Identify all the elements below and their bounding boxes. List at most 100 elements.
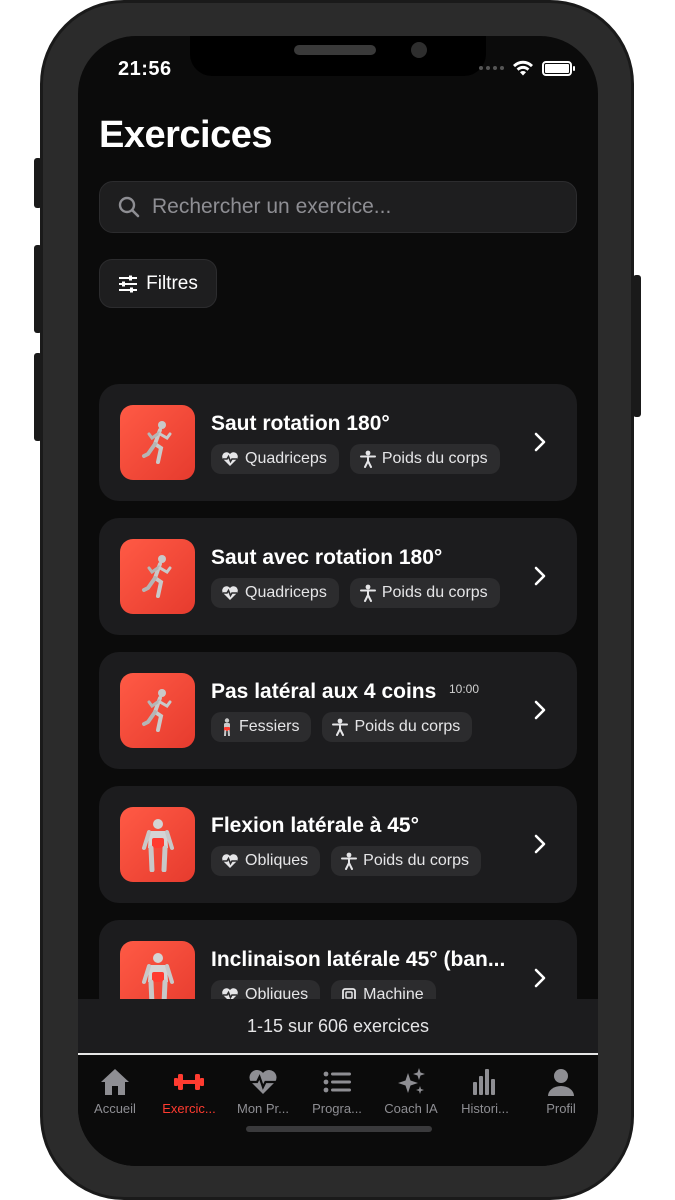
signal-dots-icon xyxy=(479,66,504,70)
torso-figure-icon xyxy=(141,952,174,999)
power-button xyxy=(633,275,641,417)
exercise-card[interactable]: Inclinaison latérale 45° (ban... Oblique… xyxy=(99,920,577,999)
muscle-tag-label: Quadriceps xyxy=(245,450,327,467)
equipment-tag-label: Machine xyxy=(363,986,424,999)
person-icon xyxy=(341,852,358,870)
exercise-thumbnail xyxy=(120,405,195,480)
bar-chart-icon xyxy=(473,1069,495,1095)
tab-historique[interactable]: Histori... xyxy=(448,1067,522,1116)
chevron-right-icon xyxy=(534,834,546,854)
equipment-tag: Poids du corps xyxy=(322,712,473,742)
heart-pulse-icon xyxy=(222,586,238,600)
runner-figure-icon xyxy=(141,688,171,732)
tab-programmes[interactable]: Progra... xyxy=(300,1067,374,1116)
heart-pulse-icon xyxy=(222,854,238,868)
notch xyxy=(190,36,486,76)
status-time: 21:56 xyxy=(118,58,172,80)
volume-down-button xyxy=(34,353,42,441)
runner-figure-icon xyxy=(141,554,171,598)
heart-pulse-icon xyxy=(249,1070,277,1094)
muscle-tag: Obliques xyxy=(211,980,321,999)
front-camera xyxy=(411,42,427,58)
sparkles-icon xyxy=(398,1068,425,1094)
muscle-tag-label: Quadriceps xyxy=(245,584,327,601)
tab-profil[interactable]: Profil xyxy=(524,1067,598,1116)
speaker xyxy=(294,45,376,55)
person-icon xyxy=(548,1069,574,1096)
muscle-tag-label: Obliques xyxy=(245,852,309,869)
search-icon xyxy=(118,196,140,218)
tab-label: Exercic... xyxy=(162,1101,216,1116)
chevron-right-icon xyxy=(534,432,546,452)
volume-up-button xyxy=(34,245,42,333)
exercise-thumbnail xyxy=(120,673,195,748)
exercise-title: Saut avec rotation 180° xyxy=(211,546,443,569)
equipment-tag: Poids du corps xyxy=(349,578,500,608)
torso-figure-icon xyxy=(141,818,174,872)
tab-label: Mon Pr... xyxy=(236,1101,290,1116)
page-title: Exercices xyxy=(99,114,273,156)
battery-icon xyxy=(542,60,575,76)
exercise-card[interactable]: Saut avec rotation 180° Quadriceps Poids… xyxy=(99,518,577,635)
screen: 21:56 Exercices Filtres xyxy=(78,36,598,1166)
search-bar[interactable] xyxy=(99,181,577,233)
muscle-tag-label: Obliques xyxy=(245,986,309,999)
equipment-tag: Machine xyxy=(331,980,436,999)
home-icon xyxy=(101,1069,129,1095)
exercise-title: Pas latéral aux 4 coins xyxy=(211,680,437,703)
exercise-thumbnail xyxy=(120,807,195,882)
tab-mon-programme[interactable]: Mon Pr... xyxy=(226,1067,300,1116)
exercise-title: Inclinaison latérale 45° (ban... xyxy=(211,948,506,971)
tab-label: Histori... xyxy=(461,1101,509,1116)
exercise-tags: Quadriceps Poids du corps xyxy=(211,444,500,474)
wifi-icon xyxy=(513,60,533,76)
equipment-tag-label: Poids du corps xyxy=(381,450,488,467)
exercise-list[interactable]: Saut rotation 180° Quadriceps Poids du c… xyxy=(99,384,577,999)
person-icon xyxy=(359,450,376,468)
status-icons xyxy=(479,60,575,76)
tab-label: Coach IA xyxy=(384,1101,438,1116)
tab-label: Accueil xyxy=(94,1101,136,1116)
person-icon xyxy=(332,718,349,736)
muscle-tag: Obliques xyxy=(211,846,321,876)
equipment-tag: Poids du corps xyxy=(349,444,500,474)
tab-label: Profil xyxy=(546,1101,576,1116)
pagination-bar: 1-15 sur 606 exercices xyxy=(78,999,598,1055)
heart-pulse-icon xyxy=(222,452,238,466)
mute-switch xyxy=(34,158,42,208)
heart-pulse-icon xyxy=(222,988,238,999)
exercise-tags: Obliques Machine xyxy=(211,980,436,999)
runner-figure-icon xyxy=(141,420,171,464)
pagination-text: 1-15 sur 606 exercices xyxy=(246,1015,430,1036)
muscle-tag: Quadriceps xyxy=(211,578,339,608)
tab-coach-ia[interactable]: Coach IA xyxy=(374,1067,448,1116)
exercise-time: 10:00 xyxy=(449,682,480,696)
dumbbell-icon xyxy=(174,1074,204,1090)
chevron-right-icon xyxy=(534,700,546,720)
exercise-thumbnail xyxy=(120,539,195,614)
exercise-card[interactable]: Flexion latérale à 45° Obliques Poids du… xyxy=(99,786,577,903)
exercise-title: Saut rotation 180° xyxy=(211,412,390,435)
tab-label: Progra... xyxy=(312,1101,362,1116)
tab-bar: Accueil Exercic... Mon Pr... Progra... C… xyxy=(78,1057,598,1166)
exercise-thumbnail xyxy=(120,941,195,999)
exercise-card[interactable]: Pas latéral aux 4 coins 10:00 Fessiers P… xyxy=(99,652,577,769)
muscle-tag-label: Fessiers xyxy=(239,718,300,735)
home-indicator[interactable] xyxy=(246,1126,432,1132)
exercise-title: Flexion latérale à 45° xyxy=(211,814,420,837)
muscle-tag: Fessiers xyxy=(211,712,312,742)
search-input[interactable] xyxy=(152,195,552,219)
equipment-tag-label: Poids du corps xyxy=(363,852,469,869)
tab-exercices[interactable]: Exercic... xyxy=(152,1067,226,1116)
equipment-tag-label: Poids du corps xyxy=(354,718,461,735)
filters-button[interactable]: Filtres xyxy=(99,259,217,308)
exercise-card[interactable]: Saut rotation 180° Quadriceps Poids du c… xyxy=(99,384,577,501)
equipment-tag-label: Poids du corps xyxy=(381,584,488,601)
filters-label: Filtres xyxy=(146,272,198,294)
chevron-right-icon xyxy=(534,968,546,988)
chevron-right-icon xyxy=(534,566,546,586)
list-icon xyxy=(323,1071,351,1093)
machine-icon xyxy=(342,988,357,999)
exercise-tags: Quadriceps Poids du corps xyxy=(211,578,500,608)
tab-accueil[interactable]: Accueil xyxy=(78,1067,152,1116)
